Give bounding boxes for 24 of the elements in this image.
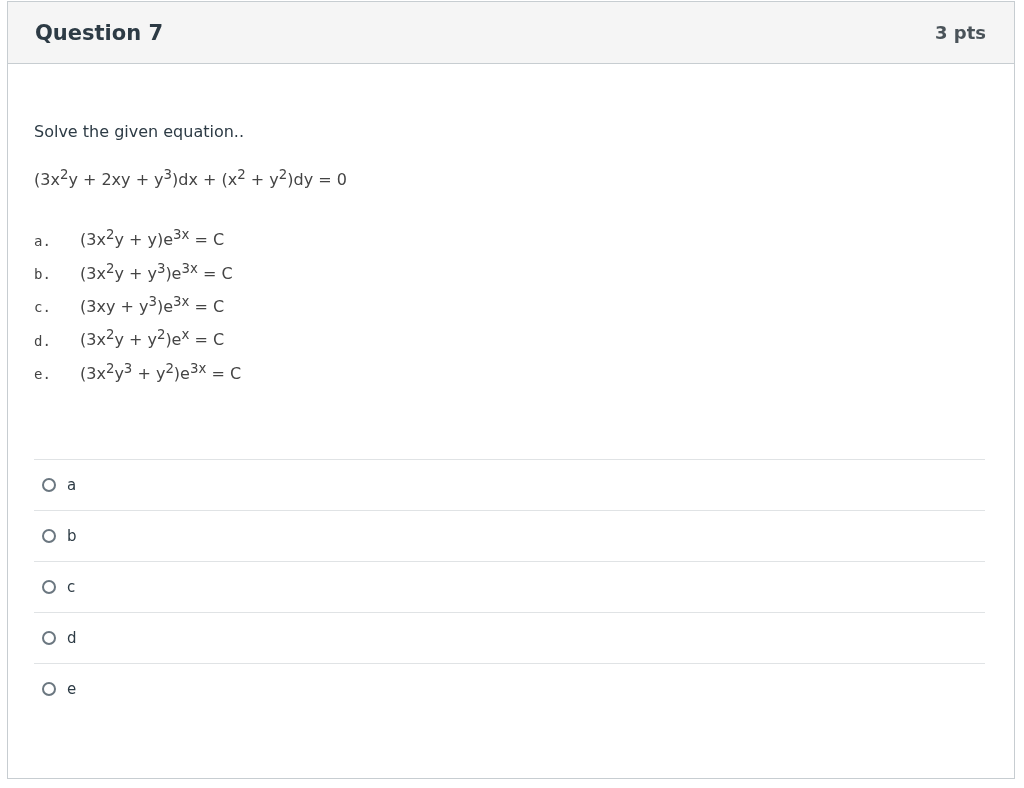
choice-letter: a. [34, 232, 52, 249]
choice-letter: c. [34, 299, 52, 316]
choice-letter: b. [34, 266, 52, 282]
answer-label[interactable]: a [67, 475, 77, 494]
answer-label[interactable]: e [67, 679, 77, 698]
answer-label[interactable]: c [67, 577, 76, 596]
choice-formula: (3xy + y$^{3}$)e$^{3x}$ = C [80, 294, 225, 317]
equation: (3x$^{2}$y + 2xy + y$^{3}$)dx + (x$^{2}$ + y$^{2}$)dy = 0 [34, 167, 348, 190]
radio-button[interactable] [42, 630, 56, 645]
choice-formula: (3x$^{2}$y + y$^{3}$)e$^{3x}$ = C [80, 260, 233, 283]
choice-formula: (3x$^{2}$y + y$^{2}$)e$^{x}$ = C [80, 327, 225, 350]
choice-formula: (3x$^{2}$y + y)e$^{3x}$ = C [80, 227, 225, 250]
choice-letter: e. [34, 365, 52, 382]
answer-label[interactable]: b [67, 526, 77, 545]
radio-button[interactable] [42, 579, 56, 594]
question-prompt: Solve the given equation.. [34, 122, 246, 141]
question-title: Question 7 [35, 20, 164, 45]
choice-letter: d. [34, 332, 52, 349]
points-label: 3 pts [935, 22, 986, 43]
radio-button[interactable] [42, 681, 56, 696]
radio-button[interactable] [42, 477, 56, 492]
answer-label[interactable]: d [67, 628, 77, 647]
choice-formula: (3x$^{2}$y$^{3}$ + y$^{2}$)e$^{3x}$ = C [80, 360, 242, 383]
radio-button[interactable] [42, 528, 56, 543]
